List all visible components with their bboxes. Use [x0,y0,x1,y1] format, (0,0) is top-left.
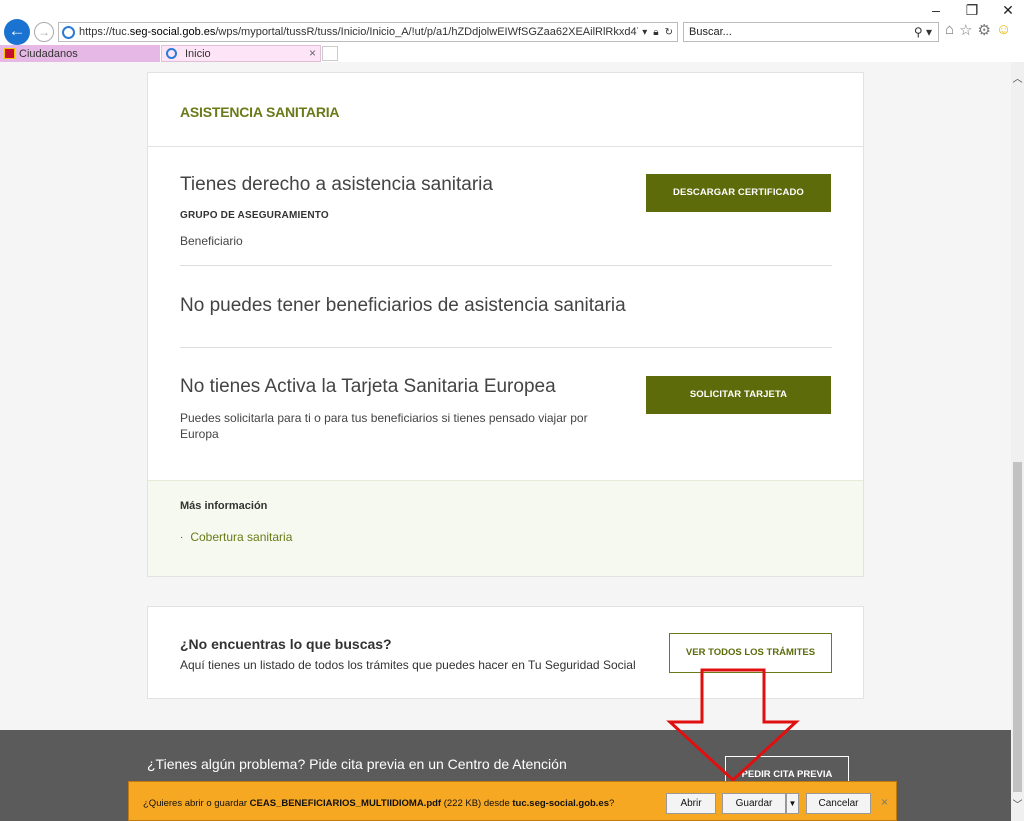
grupo-value: Beneficiario [180,234,243,248]
search-icon[interactable]: ⚲ ▾ [914,25,932,39]
download-source: tuc.seg-social.gob.es [512,798,610,809]
close-icon[interactable]: ✕ [998,2,1018,19]
asistencia-card: ASISTENCIA SANITARIA Tienes derecho a as… [147,72,864,577]
scroll-up-icon[interactable]: ︿ [1011,70,1024,85]
request-card-button[interactable]: SOLICITAR TARJETA [646,376,831,414]
search-placeholder: Buscar... [689,26,732,38]
favorites-item[interactable]: Ciudadanos [0,45,160,62]
tramites-text: Aquí tienes un listado de todos los trám… [180,658,636,672]
search-input[interactable]: Buscar... ⚲ ▾ [683,22,939,42]
view-all-procedures-button[interactable]: VER TODOS LOS TRÁMITES [669,633,832,673]
browser-chrome: – ❐ ✕ ← → https://tuc.seg-social.gob.es/… [0,0,1024,62]
download-certificate-button[interactable]: DESCARGAR CERTIFICADO [646,174,831,212]
new-tab-button[interactable] [322,46,338,61]
save-button[interactable]: Guardar [722,793,786,814]
download-notification-bar: ¿Quieres abrir o guardar CEAS_BENEFICIAR… [128,781,897,821]
favorites-label: Ciudadanos [19,47,78,60]
cancel-button[interactable]: Cancelar [806,793,871,814]
divider [180,347,832,348]
tab-strip: Ciudadanos Inicio × [0,45,1024,62]
lock-icon[interactable]: 🔒︎ [653,27,658,38]
tab-inicio[interactable]: Inicio × [161,45,321,62]
save-options-dropdown-icon[interactable]: ▼ [786,793,799,814]
open-button[interactable]: Abrir [666,793,716,814]
ie-tab-icon [166,48,177,59]
restore-icon[interactable]: ❐ [962,2,982,19]
red-arrow-annotation [666,668,800,783]
download-filename: CEAS_BENEFICIARIOS_MULTIIDIOMA.pdf [249,798,442,809]
more-info-title: Más información [180,500,268,512]
star-icon[interactable]: ☆ [959,21,972,39]
link-label[interactable]: Cobertura sanitaria [190,530,292,544]
card-header: ASISTENCIA SANITARIA [148,73,863,147]
toolbar-icons: ⌂ ☆ ⚙ ☺ [945,21,1011,39]
gear-icon[interactable]: ⚙ [978,21,991,39]
block-text: Puedes solicitarla para ti o para tus be… [180,411,588,441]
download-message: ¿Quieres abrir o guardar CEAS_BENEFICIAR… [143,798,615,809]
close-icon[interactable]: × [881,795,888,809]
scroll-down-icon[interactable]: ﹀ [1011,796,1024,811]
divider [180,265,832,266]
cobertura-link[interactable]: · Cobertura sanitaria [180,530,863,544]
forward-arrow-icon[interactable]: → [34,22,54,42]
home-icon[interactable]: ⌂ [945,21,954,39]
more-info-section: Más información · Cobertura sanitaria [148,480,863,576]
back-arrow-icon[interactable]: ← [4,19,30,45]
dropdown-icon[interactable]: ▾ [642,27,647,38]
smiley-icon[interactable]: ☺ [996,21,1011,39]
tab-close-icon[interactable]: × [309,46,316,60]
tab-label: Inicio [185,47,211,60]
scroll-thumb[interactable] [1013,462,1022,792]
address-bar[interactable]: https://tuc.seg-social.gob.es/wps/myport… [58,22,678,42]
section-title: ASISTENCIA SANITARIA [180,104,340,120]
vertical-scrollbar[interactable]: ︿ ﹀ [1011,62,1024,821]
tramites-title: ¿No encuentras lo que buscas? [180,636,392,652]
refresh-icon[interactable]: ↻ [665,27,673,38]
address-buttons: ▾ 🔒︎ ↻ [638,27,677,38]
minimize-icon[interactable]: – [926,2,946,19]
footer-text: ¿Tienes algún problema? Pide cita previa… [147,756,567,772]
bullet: · [180,531,184,543]
url-text[interactable]: https://tuc.seg-social.gob.es/wps/myport… [79,26,638,38]
spain-flag-icon [4,48,15,59]
block-beneficiarios: No puedes tener beneficiarios de asisten… [180,295,832,317]
ie-page-icon [62,25,75,39]
block-title: No puedes tener beneficiarios de asisten… [180,295,626,316]
window-controls: – ❐ ✕ [926,2,1018,19]
